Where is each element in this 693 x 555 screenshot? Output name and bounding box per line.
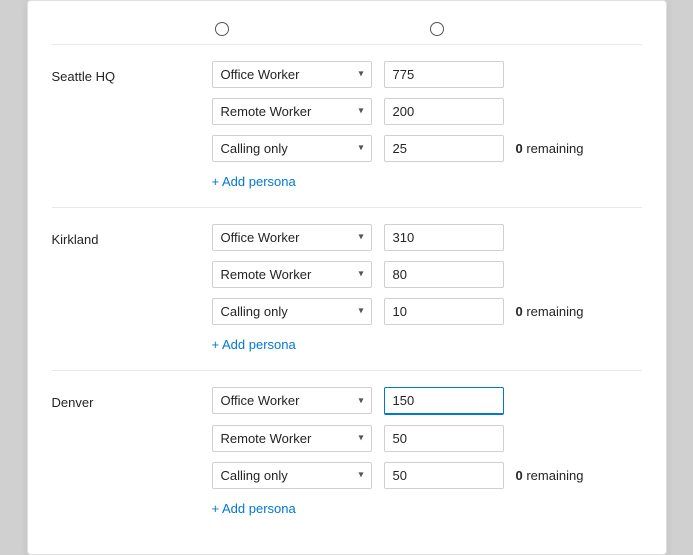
- zero-span: 0: [516, 141, 523, 156]
- count-input-0-0[interactable]: [384, 61, 504, 88]
- main-card: Seattle HQOffice WorkerRemote WorkerCall…: [27, 0, 667, 555]
- persona-select-0-2[interactable]: Office WorkerRemote WorkerCalling only: [212, 135, 372, 162]
- select-wrapper-2-2: Office WorkerRemote WorkerCalling only▾: [212, 462, 372, 489]
- personas-col-0: Office WorkerRemote WorkerCalling only▾O…: [212, 61, 642, 191]
- count-input-1-1[interactable]: [384, 261, 504, 288]
- persona-select-2-1[interactable]: Office WorkerRemote WorkerCalling only: [212, 425, 372, 452]
- persona-col-header: [212, 21, 427, 36]
- count-input-0-1[interactable]: [384, 98, 504, 125]
- zero-span: 0: [516, 468, 523, 483]
- remaining-text-2-2: 0 remaining: [516, 468, 584, 483]
- persona-row-0-2: Office WorkerRemote WorkerCalling only▾ 0…: [212, 135, 642, 162]
- persona-row-0-1: Office WorkerRemote WorkerCalling only▾: [212, 98, 642, 125]
- site-name-2: Denver: [52, 387, 212, 518]
- count-input-2-1[interactable]: [384, 425, 504, 452]
- persona-select-0-0[interactable]: Office WorkerRemote WorkerCalling only: [212, 61, 372, 88]
- persona-row-2-1: Office WorkerRemote WorkerCalling only▾: [212, 425, 642, 452]
- select-wrapper-0-0: Office WorkerRemote WorkerCalling only▾: [212, 61, 372, 88]
- select-wrapper-0-2: Office WorkerRemote WorkerCalling only▾: [212, 135, 372, 162]
- select-wrapper-2-0: Office WorkerRemote WorkerCalling only▾: [212, 387, 372, 414]
- add-persona-btn-1[interactable]: + Add persona: [212, 335, 296, 354]
- count-input-0-2[interactable]: [384, 135, 504, 162]
- zero-span: 0: [516, 304, 523, 319]
- site-name-0: Seattle HQ: [52, 61, 212, 191]
- add-persona-btn-2[interactable]: + Add persona: [212, 499, 296, 518]
- select-wrapper-1-1: Office WorkerRemote WorkerCalling only▾: [212, 261, 372, 288]
- site-name-1: Kirkland: [52, 224, 212, 354]
- persona-row-1-1: Office WorkerRemote WorkerCalling only▾: [212, 261, 642, 288]
- persona-select-0-1[interactable]: Office WorkerRemote WorkerCalling only: [212, 98, 372, 125]
- table-header: [52, 21, 642, 44]
- site-section-seattle-hq: Seattle HQOffice WorkerRemote WorkerCall…: [52, 44, 642, 207]
- user-count-info-icon[interactable]: [430, 22, 444, 36]
- select-wrapper-1-2: Office WorkerRemote WorkerCalling only▾: [212, 298, 372, 325]
- persona-row-0-0: Office WorkerRemote WorkerCalling only▾: [212, 61, 642, 88]
- persona-row-2-0: Office WorkerRemote WorkerCalling only▾: [212, 387, 642, 415]
- remaining-text-0-2: 0 remaining: [516, 141, 584, 156]
- persona-select-2-2[interactable]: Office WorkerRemote WorkerCalling only: [212, 462, 372, 489]
- persona-select-2-0[interactable]: Office WorkerRemote WorkerCalling only: [212, 387, 372, 414]
- count-input-2-2[interactable]: [384, 462, 504, 489]
- sites-container: Seattle HQOffice WorkerRemote WorkerCall…: [52, 44, 642, 534]
- count-input-1-0[interactable]: [384, 224, 504, 251]
- remaining-text-1-2: 0 remaining: [516, 304, 584, 319]
- select-wrapper-2-1: Office WorkerRemote WorkerCalling only▾: [212, 425, 372, 452]
- persona-row-1-0: Office WorkerRemote WorkerCalling only▾: [212, 224, 642, 251]
- persona-row-2-2: Office WorkerRemote WorkerCalling only▾ 0…: [212, 462, 642, 489]
- persona-select-1-1[interactable]: Office WorkerRemote WorkerCalling only: [212, 261, 372, 288]
- select-wrapper-0-1: Office WorkerRemote WorkerCalling only▾: [212, 98, 372, 125]
- select-wrapper-1-0: Office WorkerRemote WorkerCalling only▾: [212, 224, 372, 251]
- count-input-1-2[interactable]: [384, 298, 504, 325]
- add-persona-btn-0[interactable]: + Add persona: [212, 172, 296, 191]
- site-section-kirkland: KirklandOffice WorkerRemote WorkerCallin…: [52, 207, 642, 370]
- persona-select-1-2[interactable]: Office WorkerRemote WorkerCalling only: [212, 298, 372, 325]
- site-section-denver: DenverOffice WorkerRemote WorkerCalling …: [52, 370, 642, 534]
- count-input-2-0[interactable]: [384, 387, 504, 415]
- personas-col-2: Office WorkerRemote WorkerCalling only▾O…: [212, 387, 642, 518]
- persona-info-icon[interactable]: [215, 22, 229, 36]
- persona-select-1-0[interactable]: Office WorkerRemote WorkerCalling only: [212, 224, 372, 251]
- user-count-col-header: [427, 21, 642, 36]
- personas-col-1: Office WorkerRemote WorkerCalling only▾O…: [212, 224, 642, 354]
- persona-row-1-2: Office WorkerRemote WorkerCalling only▾ 0…: [212, 298, 642, 325]
- network-site-col-header: [52, 21, 212, 36]
